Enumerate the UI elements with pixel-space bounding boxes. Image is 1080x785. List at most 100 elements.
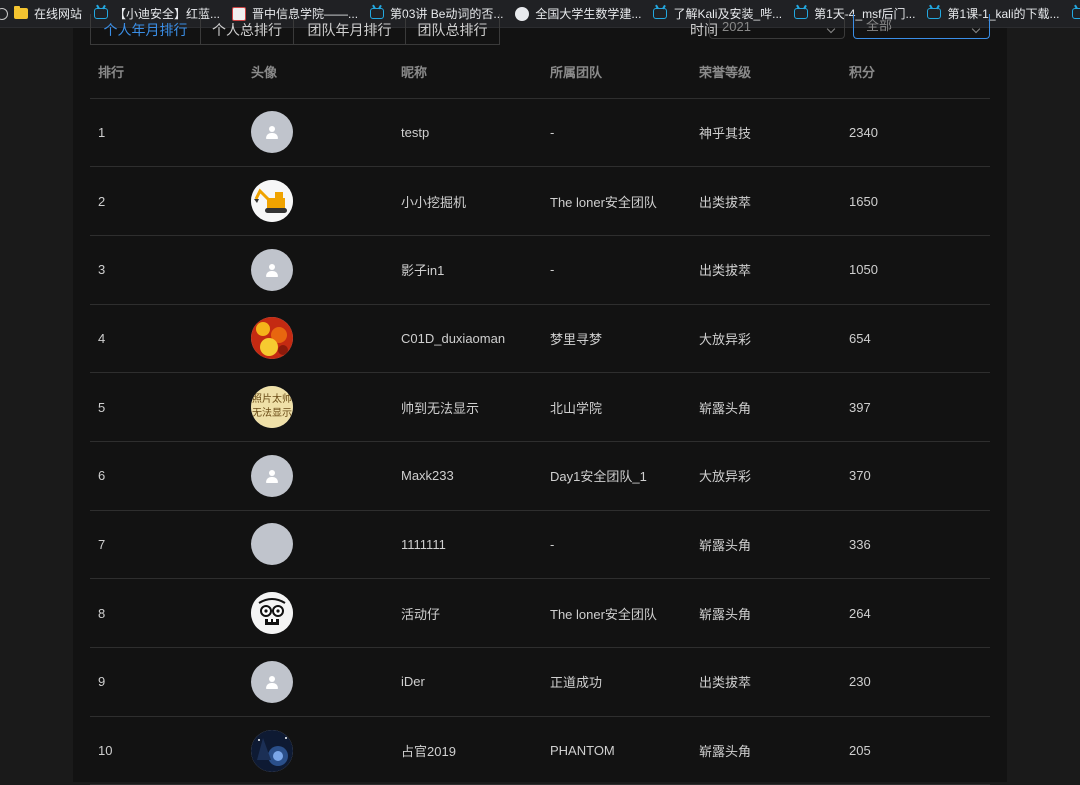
nickname-cell[interactable]: 活动仔: [393, 578, 542, 648]
rank-cell: 3: [90, 235, 243, 305]
level-cell: 崭露头角: [691, 578, 841, 648]
time-select-value: 2021: [722, 19, 751, 34]
avatar[interactable]: [251, 660, 293, 703]
avatar[interactable]: 照片太帅 无法显示: [251, 386, 293, 429]
table-row[interactable]: 9 iDer 正道成功 出类拔萃 230: [90, 647, 990, 717]
team-cell: Day1安全团队_1: [542, 441, 691, 511]
avatar[interactable]: [251, 248, 293, 291]
bookmark-item[interactable]: msf攻击永恒: [1071, 0, 1080, 27]
header-team[interactable]: 所属团队: [542, 45, 691, 99]
header-level[interactable]: 荣誉等级: [691, 45, 841, 99]
table-row[interactable]: 8 活动仔 The loner安全团队 崭露头角 264: [90, 578, 990, 648]
table-row[interactable]: 7 1111111- 崭露头角 336: [90, 510, 990, 580]
level-cell: 大放异彩: [691, 441, 841, 511]
nickname-cell[interactable]: testp: [393, 98, 542, 168]
header-rank[interactable]: 排行: [90, 45, 243, 99]
table-header-row: 排行 头像 昵称 所属团队 荣誉等级 积分: [90, 45, 990, 99]
tab-personal-monthly[interactable]: 个人年月排行: [90, 14, 201, 45]
apps-icon[interactable]: [0, 0, 8, 27]
nickname-cell[interactable]: Maxk233: [393, 441, 542, 511]
nickname-cell[interactable]: 占官2019: [393, 716, 542, 785]
nickname-cell[interactable]: 小小挖掘机: [393, 166, 542, 236]
table-row[interactable]: 10 占官2019 PHANTOM 崭露头角 205: [90, 716, 990, 785]
tab-label: 团队年月排行: [307, 22, 392, 38]
avatar[interactable]: [251, 454, 293, 497]
team-cell: 北山学院: [542, 372, 691, 442]
team-cell: PHANTOM: [542, 716, 691, 785]
nickname-cell[interactable]: 影子in1: [393, 235, 542, 305]
header-nickname[interactable]: 昵称: [393, 45, 542, 99]
rank-cell: 2: [90, 166, 243, 236]
avatar-text: 照片太帅: [252, 394, 292, 406]
score-cell: 1050: [841, 235, 990, 305]
nickname-cell[interactable]: 1111111: [393, 510, 542, 580]
avatar[interactable]: [251, 317, 293, 360]
avatar[interactable]: [251, 523, 293, 566]
avatar[interactable]: [251, 180, 293, 223]
time-select[interactable]: 2021: [709, 14, 845, 39]
avatar-cell: [243, 716, 393, 785]
team-cell: The loner安全团队: [542, 166, 691, 236]
bookmark-item[interactable]: 在线网站: [14, 0, 83, 27]
scope-select-value: 全部: [866, 18, 893, 33]
rank-cell: 4: [90, 304, 243, 374]
tab-team-monthly[interactable]: 团队年月排行: [293, 14, 406, 45]
level-cell: 崭露头角: [691, 510, 841, 580]
table-row[interactable]: 4 C01D_duxiaoman 梦里寻梦 大放异彩 654: [90, 304, 990, 374]
level-cell: 崭露头角: [691, 716, 841, 785]
bilibili-icon: [1071, 8, 1080, 19]
table-row[interactable]: 3 影子in1- 出类拔萃 1050: [90, 235, 990, 305]
score-cell: 2340: [841, 98, 990, 168]
avatar[interactable]: [251, 729, 293, 772]
tab-bar: 个人年月排行 个人总排行 团队年月排行 团队总排行 时间 2021 全部: [90, 14, 990, 45]
avatar[interactable]: [251, 111, 293, 154]
page: 个人年月排行 个人总排行 团队年月排行 团队总排行 时间 2021 全部 排行 …: [0, 14, 1080, 785]
bookmark-label: 全国大学生数学建...: [535, 7, 642, 21]
chevron-down-icon: [971, 24, 981, 34]
avatar-cell: [243, 510, 393, 580]
nickname-cell[interactable]: C01D_duxiaoman: [393, 304, 542, 374]
chevron-down-icon: [826, 24, 836, 34]
score-cell: 264: [841, 578, 990, 648]
score-cell: 336: [841, 510, 990, 580]
user-icon: [265, 469, 279, 483]
level-cell: 崭露头角: [691, 372, 841, 442]
avatar-cell: [243, 166, 393, 236]
tab-label: 个人年月排行: [103, 22, 188, 38]
globe-icon: [515, 6, 530, 21]
tab-personal-total[interactable]: 个人总排行: [200, 14, 294, 45]
table-row[interactable]: 2 小小挖掘机 The loner安全团队 出类拔萃 1650: [90, 166, 990, 236]
team-cell: -: [542, 98, 691, 168]
rank-cell: 6: [90, 441, 243, 511]
nickname-cell[interactable]: 帅到无法显示: [393, 372, 542, 442]
table-row[interactable]: 1 testp - 神乎其技 2340: [90, 98, 990, 168]
score-cell: 654: [841, 304, 990, 374]
rank-cell: 10: [90, 716, 243, 785]
level-cell: 神乎其技: [691, 98, 841, 168]
score-cell: 397: [841, 372, 990, 442]
avatar-cell: [243, 235, 393, 305]
bookmark-item[interactable]: 全国大学生数学建...: [515, 0, 642, 27]
level-cell: 出类拔萃: [691, 166, 841, 236]
tab-label: 团队总排行: [417, 22, 488, 38]
avatar-cell: [243, 578, 393, 648]
avatar-text: 无法显示: [252, 408, 292, 420]
header-score[interactable]: 积分: [841, 45, 990, 99]
table-row[interactable]: 6 Maxk233 Day1安全团队_1 大放异彩 370: [90, 441, 990, 511]
bookmark-label: 在线网站: [34, 7, 83, 21]
score-cell: 205: [841, 716, 990, 785]
table-row[interactable]: 5 照片太帅 无法显示 帅到无法显示 北山学院 崭露头角 397: [90, 372, 990, 442]
header-avatar: 头像: [243, 45, 393, 99]
avatar-cell: [243, 647, 393, 717]
nickname-cell[interactable]: iDer: [393, 647, 542, 717]
scope-select[interactable]: 全部: [853, 14, 990, 39]
rank-cell: 5: [90, 372, 243, 442]
team-cell: -: [542, 510, 691, 580]
team-cell: -: [542, 235, 691, 305]
folder-icon: [14, 6, 28, 19]
tab-team-total[interactable]: 团队总排行: [405, 14, 500, 45]
avatar-cell: [243, 441, 393, 511]
level-cell: 出类拔萃: [691, 235, 841, 305]
tab-label: 个人总排行: [212, 22, 282, 38]
avatar[interactable]: [251, 592, 293, 635]
